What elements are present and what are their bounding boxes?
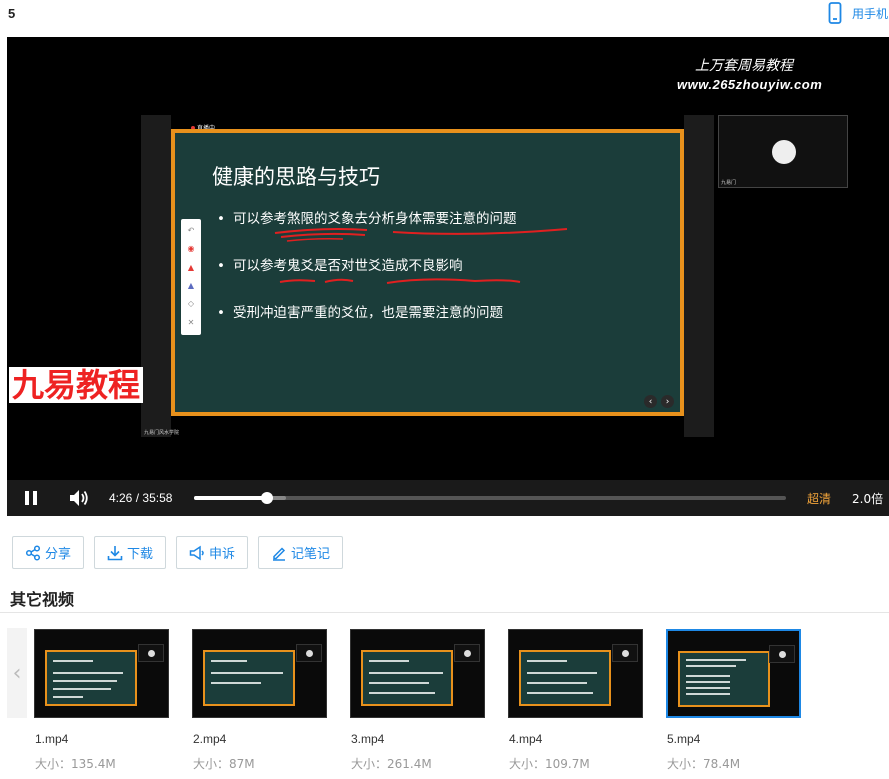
video-name[interactable]: 3.mp4 <box>351 732 384 746</box>
presenter-avatar <box>772 140 796 164</box>
mobile-link-label: 用手机 <box>852 6 889 21</box>
video-size: 大小：135.4M <box>35 757 116 771</box>
download-button[interactable]: 下载 <box>94 536 167 569</box>
action-bar: 分享 下载 申诉 记笔记 <box>12 536 344 569</box>
note-button[interactable]: 记笔记 <box>258 536 344 569</box>
thumbnail-board <box>519 650 611 706</box>
slide-navigation: ‹ › <box>644 395 674 408</box>
top-bar: 5 用手机 <box>0 0 889 36</box>
stage-pillar-left <box>141 115 171 437</box>
thumbnail-camera <box>612 644 638 662</box>
page-title: 5 <box>8 6 16 21</box>
thumbnail-image[interactable] <box>666 629 801 718</box>
note-label: 记笔记 <box>291 547 331 562</box>
video-name[interactable]: 4.mp4 <box>509 732 542 746</box>
pause-icon-bar <box>33 491 37 505</box>
stage-pillar-right <box>684 115 714 437</box>
highlighter-icon[interactable]: ▲ <box>188 282 194 290</box>
report-button[interactable]: 申诉 <box>176 536 249 569</box>
slide-bullet: 受刑冲迫害严重的爻位，也是需要注意的问题 <box>217 301 503 321</box>
annotation-toolbar[interactable]: ↶ ◉ ▲ ▲ ◇ ✕ <box>181 219 201 335</box>
pause-button[interactable] <box>24 491 38 505</box>
thumbnail-board <box>203 650 295 706</box>
progress-knob[interactable] <box>261 492 274 504</box>
thumbnail-image[interactable] <box>34 629 169 718</box>
video-thumbnail-item[interactable]: 1.mp4 大小：135.4M <box>34 629 169 779</box>
carousel-prev-button[interactable]: ‹ <box>7 628 27 718</box>
mobile-phone-icon <box>828 2 842 24</box>
report-label: 申诉 <box>209 547 236 562</box>
eraser-icon[interactable]: ◇ <box>188 300 194 308</box>
share-button[interactable]: 分享 <box>12 536 85 569</box>
thumbnail-board <box>45 650 137 706</box>
thumbnail-board <box>361 650 453 706</box>
video-name[interactable]: 2.mp4 <box>193 732 226 746</box>
slide-board: 健康的思路与技巧 可以参考煞限的爻象去分析身体需要注意的问题 可以参考鬼爻是否对… <box>171 129 684 416</box>
video-thumbnail-item[interactable]: 3.mp4 大小：261.4M <box>350 629 485 779</box>
pencil-icon <box>273 546 286 561</box>
slide-bullet: 可以参考煞限的爻象去分析身体需要注意的问题 <box>217 207 517 227</box>
video-player[interactable]: 上万套周易教程 www.265zhouyiw.com 直播中 健康的思路与技巧 … <box>7 37 889 516</box>
thumbnail-board <box>678 651 770 707</box>
watch-on-phone-link[interactable]: 用手机 <box>828 2 888 24</box>
time-separator: / <box>135 491 140 505</box>
thumbnail-camera <box>296 644 322 662</box>
speaker-icon <box>70 490 88 506</box>
prev-slide-icon[interactable]: ‹ <box>644 395 657 408</box>
related-videos-title: 其它视频 <box>10 590 75 609</box>
quality-selector[interactable]: 超清 <box>807 490 831 507</box>
chevron-left-icon: ‹ <box>12 660 22 686</box>
video-name[interactable]: 5.mp4 <box>667 732 700 746</box>
video-thumbnail-item[interactable]: 4.mp4 大小：109.7M <box>508 629 643 779</box>
download-icon <box>107 545 123 560</box>
watermark-url: www.265zhouyiw.com <box>677 77 823 92</box>
time-display: 4:26 / 35:58 <box>109 491 172 505</box>
video-thumbnail-item-active[interactable]: 5.mp4 大小：78.4M <box>666 629 801 779</box>
progress-bar[interactable] <box>194 492 786 504</box>
close-icon[interactable]: ✕ <box>188 318 195 327</box>
download-label: 下载 <box>127 547 154 562</box>
volume-button[interactable] <box>69 489 89 511</box>
divider <box>0 612 889 613</box>
watermark-title: 上万套周易教程 <box>695 58 793 74</box>
speed-selector[interactable]: 2.0倍 <box>852 490 883 507</box>
laser-pointer-icon[interactable]: ◉ <box>188 245 195 253</box>
pen-icon[interactable]: ▲ <box>188 263 194 272</box>
share-label: 分享 <box>45 547 72 562</box>
progress-fill <box>194 496 268 500</box>
video-name[interactable]: 1.mp4 <box>35 732 68 746</box>
video-size: 大小：109.7M <box>509 757 590 771</box>
video-thumbnail-item[interactable]: 2.mp4 大小：87M <box>192 629 327 779</box>
thumbnail-image[interactable] <box>192 629 327 718</box>
current-time: 4:26 <box>109 491 133 505</box>
megaphone-icon <box>189 545 204 560</box>
video-size: 大小：78.4M <box>667 757 741 771</box>
video-size: 大小：261.4M <box>351 757 432 771</box>
share-icon <box>25 544 41 561</box>
camera-window: 九易门 <box>718 115 848 188</box>
next-slide-icon[interactable]: › <box>661 395 674 408</box>
pause-icon <box>25 491 29 505</box>
thumbnail-camera <box>769 645 795 663</box>
thumbnail-image[interactable] <box>350 629 485 718</box>
duration: 35:58 <box>142 491 173 505</box>
player-controls: 4:26 / 35:58 超清 2.0倍 <box>7 480 889 516</box>
thumbnail-camera <box>454 644 480 662</box>
slide-bullet: 可以参考鬼爻是否对世爻造成不良影响 <box>217 254 463 274</box>
thumbnail-image[interactable] <box>508 629 643 718</box>
brand-logo: 九易教程 <box>9 367 144 403</box>
camera-name: 九易门 <box>721 180 737 186</box>
undo-icon[interactable]: ↶ <box>188 227 195 235</box>
stage-caption: 九易门风水学院 <box>144 430 180 436</box>
slide-title: 健康的思路与技巧 <box>212 165 380 189</box>
video-size: 大小：87M <box>193 757 255 771</box>
thumbnail-camera <box>138 644 164 662</box>
